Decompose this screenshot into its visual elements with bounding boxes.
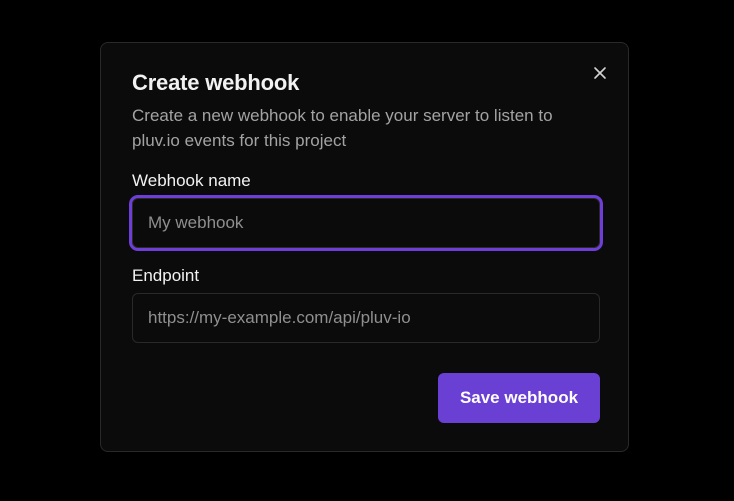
endpoint-label: Endpoint xyxy=(132,266,200,285)
webhook-name-input[interactable] xyxy=(132,198,600,248)
endpoint-input[interactable] xyxy=(132,293,600,343)
dialog-title: Create webhook xyxy=(132,70,300,95)
save-webhook-button[interactable]: Save webhook xyxy=(438,373,600,423)
close-icon xyxy=(594,67,606,79)
create-webhook-dialog: Create webhook Create a new webhook to e… xyxy=(100,42,629,452)
close-button[interactable] xyxy=(590,63,610,83)
dialog-description: Create a new webhook to enable your serv… xyxy=(132,106,553,150)
webhook-name-label: Webhook name xyxy=(132,171,251,190)
